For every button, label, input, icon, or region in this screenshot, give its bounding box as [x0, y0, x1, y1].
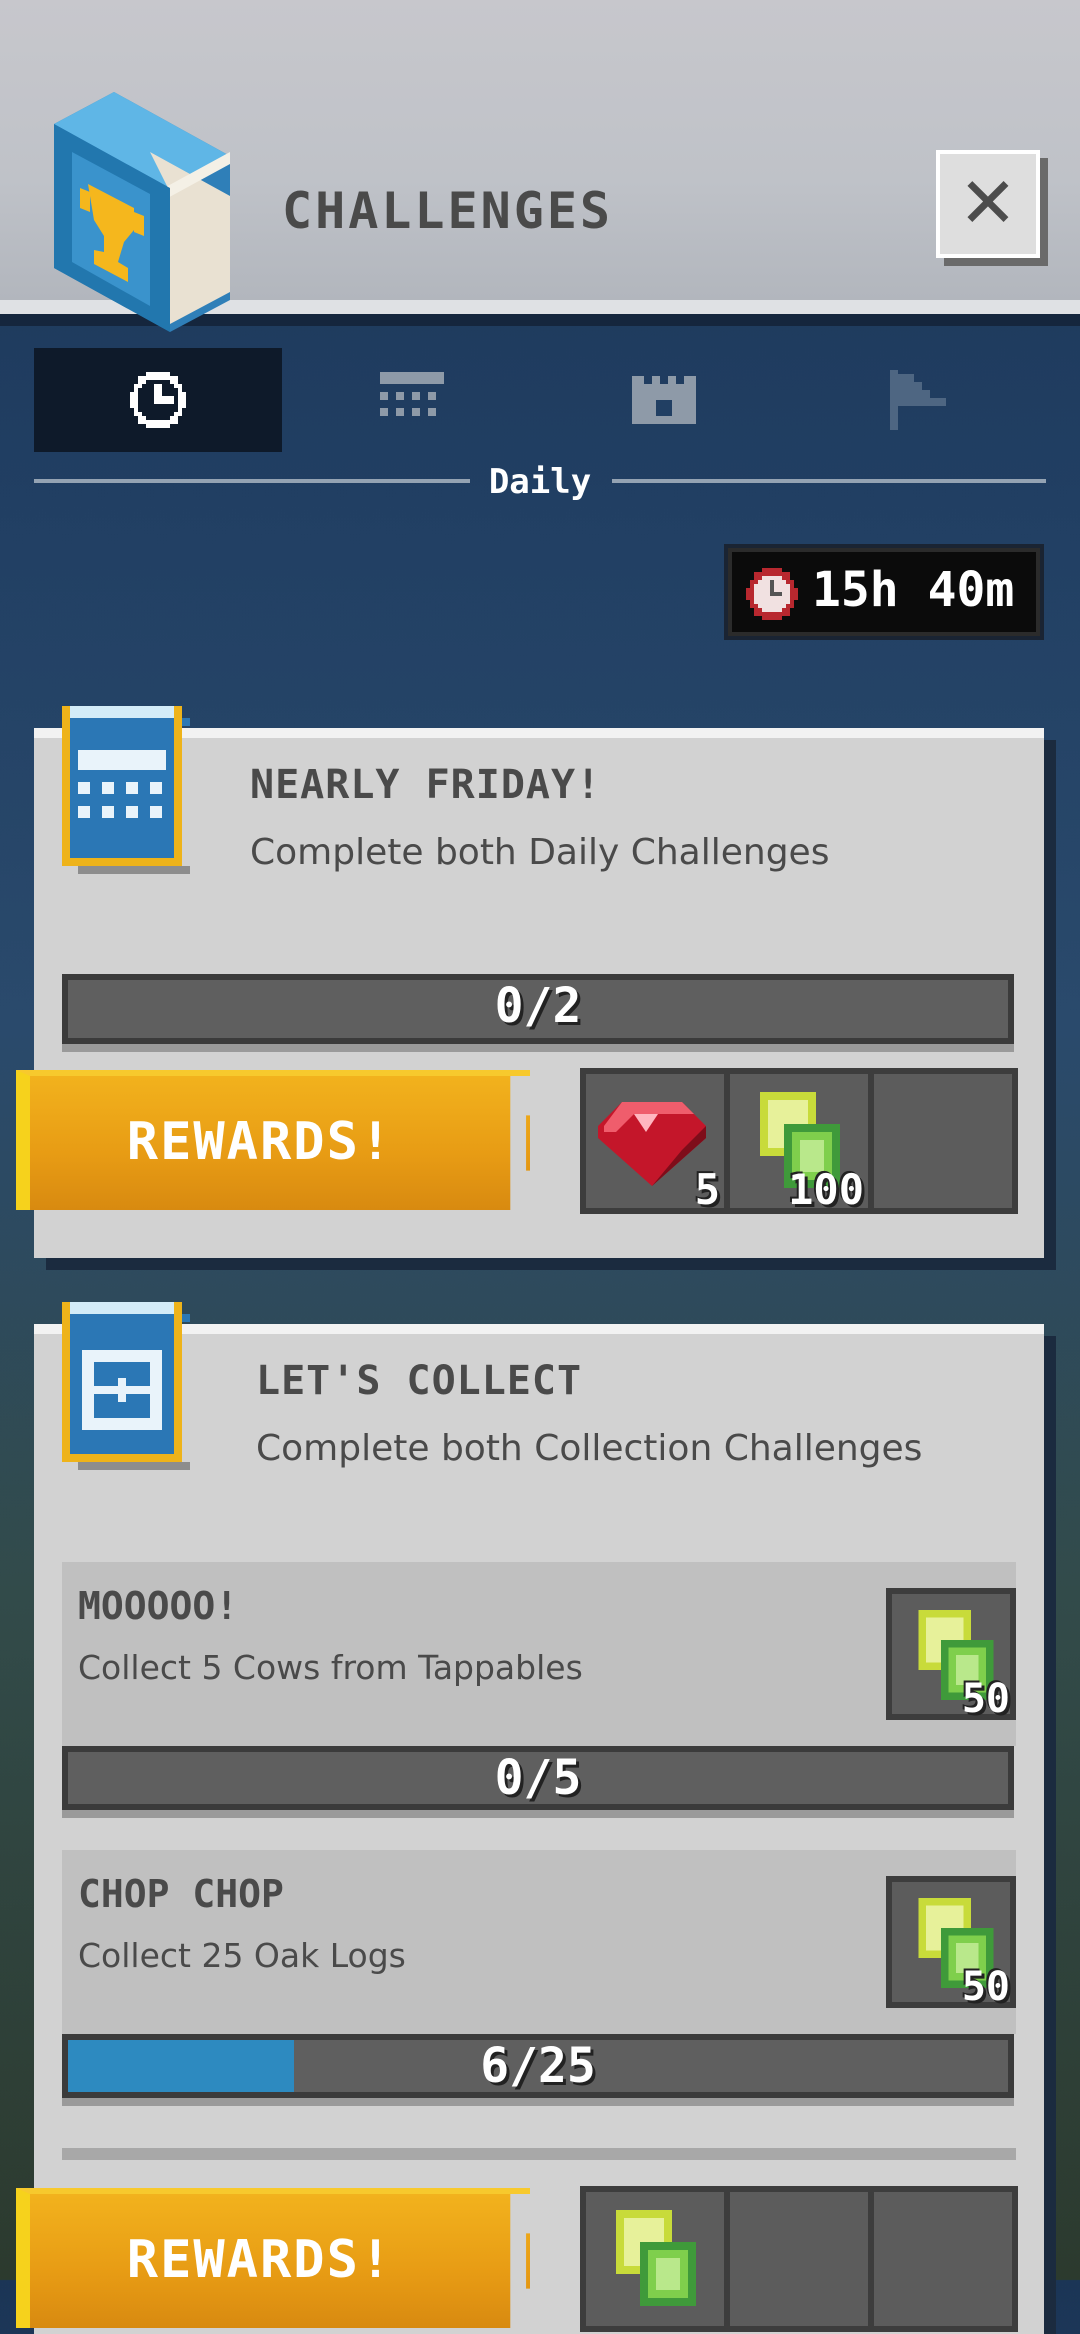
- clock-icon: [130, 372, 186, 428]
- tab-castle[interactable]: [540, 348, 788, 452]
- rewards-button-label: REWARDS!: [126, 2230, 394, 2290]
- progress-bar: 6/25: [62, 2034, 1014, 2098]
- subchallenge-mooooo[interactable]: MOOOOO! Collect 5 Cows from Tappables 50: [62, 1562, 1016, 1746]
- rewards-notch: [510, 2194, 550, 2328]
- challenges-book-icon: [54, 92, 230, 332]
- rewards-button[interactable]: REWARDS!: [16, 2188, 550, 2328]
- subchallenge-description: Collect 5 Cows from Tappables: [78, 1648, 583, 1687]
- subchallenge-reward: 50: [886, 1876, 1016, 2010]
- reward-slot-empty: [868, 1068, 1018, 1214]
- reward-slot[interactable]: 5: [580, 1068, 730, 1214]
- subchallenge-description: Collect 25 Oak Logs: [78, 1936, 406, 1975]
- tab-calendar[interactable]: [288, 348, 536, 452]
- challenge-card-nearly-friday: NEARLY FRIDAY! Complete both Daily Chall…: [16, 706, 1044, 1258]
- rewards-notch: [510, 1076, 550, 1210]
- reward-quantity: 100: [788, 1165, 864, 1214]
- reward-slot-empty: [724, 2186, 874, 2332]
- timer-text: 15h 40m: [812, 562, 1015, 618]
- reward-quantity: 50: [961, 1964, 1010, 2010]
- progress-bar: 0/2: [62, 974, 1014, 1044]
- separator: [62, 2148, 1016, 2160]
- subchallenge-title: MOOOOO!: [78, 1584, 239, 1628]
- tab-divider-right: [612, 479, 1046, 483]
- card-description: Complete both Collection Challenges: [256, 1428, 923, 1469]
- rewards-button-label: REWARDS!: [126, 1112, 394, 1172]
- challenge-card-lets-collect: LET'S COLLECT Complete both Collection C…: [16, 1302, 1044, 2334]
- clock-icon: [746, 568, 798, 620]
- subchallenge-chop-chop[interactable]: CHOP CHOP Collect 25 Oak Logs 50: [62, 1850, 1016, 2034]
- reward-slot[interactable]: 100: [724, 1068, 874, 1214]
- card-description: Complete both Daily Challenges: [250, 832, 830, 873]
- page-title: CHALLENGES: [282, 182, 614, 240]
- progress-label: 0/2: [494, 978, 582, 1034]
- calendar-icon: [380, 372, 444, 416]
- subchallenge-title: CHOP CHOP: [78, 1872, 284, 1916]
- collection-banner-icon: [62, 1302, 190, 1470]
- progress-bar: 0/5: [62, 1746, 1014, 1810]
- reward-quantity: 5: [694, 1165, 720, 1214]
- reward-quantity: 50: [961, 1676, 1010, 1722]
- tab-divider-left: [34, 479, 470, 483]
- time-remaining: 15h 40m: [728, 548, 1040, 636]
- ruby-icon: [598, 1102, 706, 1186]
- card-title: NEARLY FRIDAY!: [250, 762, 602, 808]
- calendar-banner-icon: [62, 706, 190, 874]
- reward-slot-empty: [868, 2186, 1018, 2332]
- progress-label: 6/25: [480, 2038, 596, 2094]
- reward-slot[interactable]: [580, 2186, 730, 2332]
- rewards-button[interactable]: REWARDS!: [16, 1070, 550, 1210]
- tab-flag[interactable]: [794, 348, 1042, 452]
- close-icon: ✕: [958, 162, 1018, 244]
- card-title: LET'S COLLECT: [256, 1358, 583, 1404]
- subchallenge-reward: 50: [886, 1588, 1016, 1722]
- castle-icon: [632, 376, 696, 424]
- tab-label: Daily: [488, 462, 592, 502]
- flag-icon: [890, 370, 946, 430]
- tab-daily[interactable]: [34, 348, 282, 452]
- close-button[interactable]: ✕: [936, 150, 1040, 258]
- rubies-currency-icon: [616, 2210, 696, 2306]
- progress-label: 0/5: [494, 1750, 582, 1806]
